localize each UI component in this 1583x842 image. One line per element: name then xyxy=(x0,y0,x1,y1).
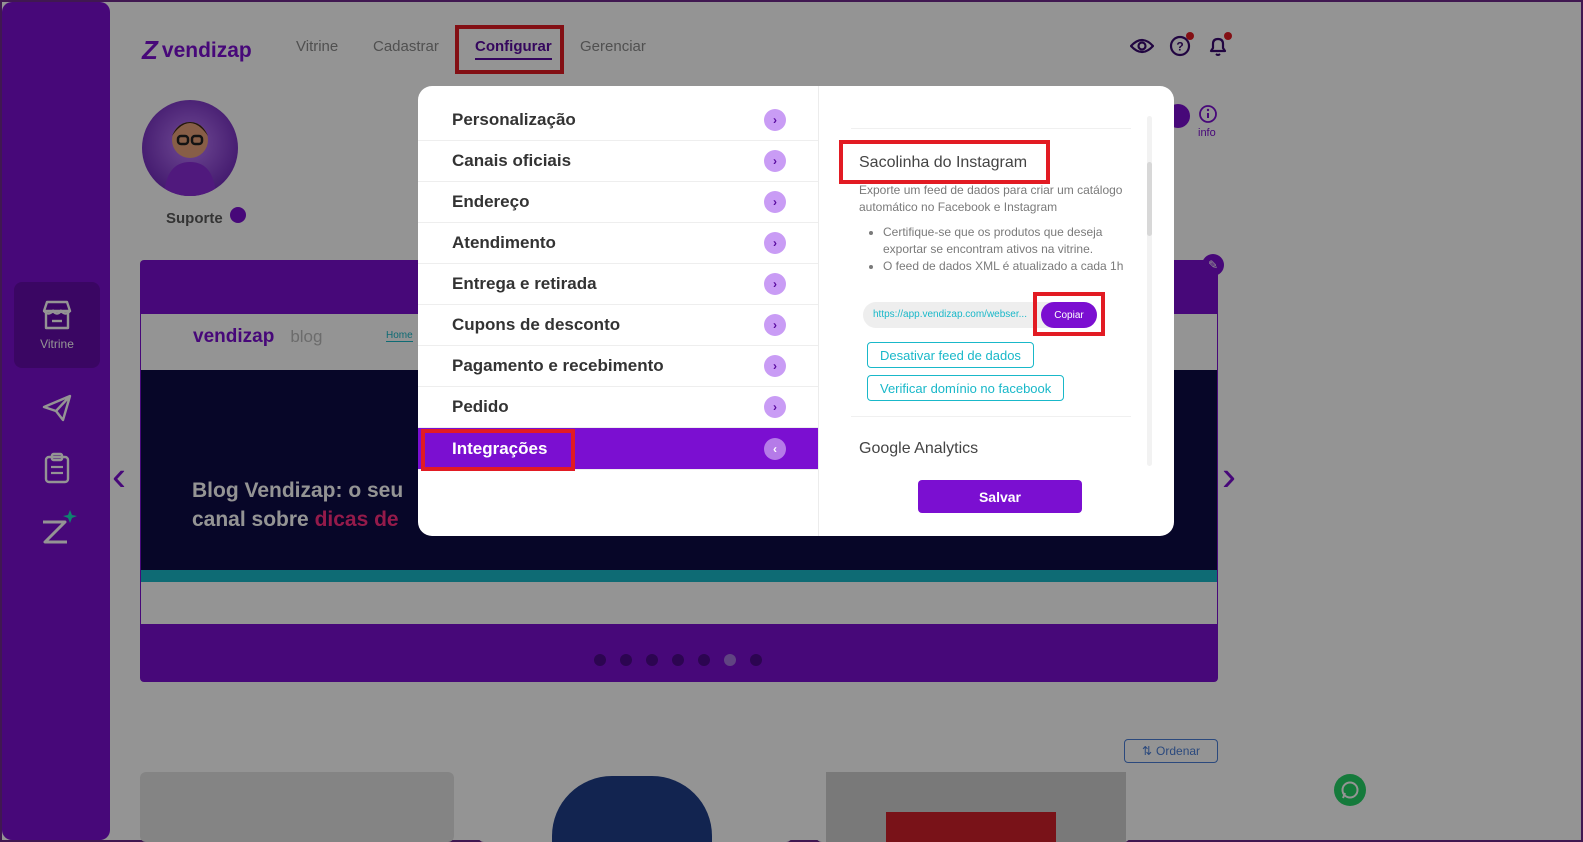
chevron-right-icon: › xyxy=(764,191,786,213)
chevron-right-icon: › xyxy=(764,314,786,336)
bullet-item: O feed de dados XML é atualizado a cada … xyxy=(883,258,1141,275)
section-separator xyxy=(851,416,1131,417)
highlight-integracoes xyxy=(421,429,575,471)
settings-menu: Personalização › Canais oficiais › Endereç… xyxy=(418,100,818,470)
chevron-right-icon: › xyxy=(764,232,786,254)
menu-item-label: Canais oficiais xyxy=(452,151,572,170)
google-analytics-title: Google Analytics xyxy=(859,440,979,457)
menu-item-label: Pagamento e recebimento xyxy=(452,356,664,375)
chevron-right-icon: › xyxy=(764,273,786,295)
settings-modal: Personalização › Canais oficiais › Endereç… xyxy=(418,86,1174,536)
chevron-right-icon: › xyxy=(764,396,786,418)
menu-item-label: Endereço xyxy=(452,192,530,211)
menu-item-canais-oficiais[interactable]: Canais oficiais › xyxy=(418,141,818,182)
chevron-left-icon: ‹ xyxy=(764,437,786,460)
chevron-right-icon: › xyxy=(764,109,786,131)
menu-item-pedido[interactable]: Pedido › xyxy=(418,387,818,428)
menu-item-pagamento[interactable]: Pagamento e recebimento › xyxy=(418,346,818,387)
menu-item-endereco[interactable]: Endereço › xyxy=(418,182,818,223)
section-description: Exporte um feed de dados para criar um c… xyxy=(859,183,1123,214)
menu-item-cupons[interactable]: Cupons de desconto › xyxy=(418,305,818,346)
section-separator xyxy=(851,128,1131,129)
section-bullets: Certifique-se que os produtos que deseja… xyxy=(871,224,1141,275)
menu-item-personalizacao[interactable]: Personalização › xyxy=(418,100,818,141)
menu-item-label: Atendimento xyxy=(452,233,556,252)
highlight-copy-button xyxy=(1033,292,1105,336)
menu-item-label: Cupons de desconto xyxy=(452,315,621,334)
menu-item-label: Personalização xyxy=(452,110,576,129)
chevron-right-icon: › xyxy=(764,355,786,377)
chevron-right-icon: › xyxy=(764,150,786,172)
menu-item-entrega-retirada[interactable]: Entrega e retirada › xyxy=(418,264,818,305)
integrations-pane: Sacolinha do Instagram Exporte um feed d… xyxy=(819,86,1174,536)
save-button[interactable]: Salvar xyxy=(918,480,1082,513)
highlight-section-title xyxy=(839,140,1050,184)
menu-item-atendimento[interactable]: Atendimento › xyxy=(418,223,818,264)
menu-item-label: Pedido xyxy=(452,397,509,416)
verify-domain-button[interactable]: Verificar domínio no facebook xyxy=(867,375,1065,401)
bullet-item: Certifique-se que os produtos que deseja… xyxy=(883,224,1141,258)
pane-scrollbar-thumb[interactable] xyxy=(1147,162,1152,236)
disable-feed-button[interactable]: Desativar feed de dados xyxy=(867,342,1034,368)
menu-item-label: Entrega e retirada xyxy=(452,274,597,293)
